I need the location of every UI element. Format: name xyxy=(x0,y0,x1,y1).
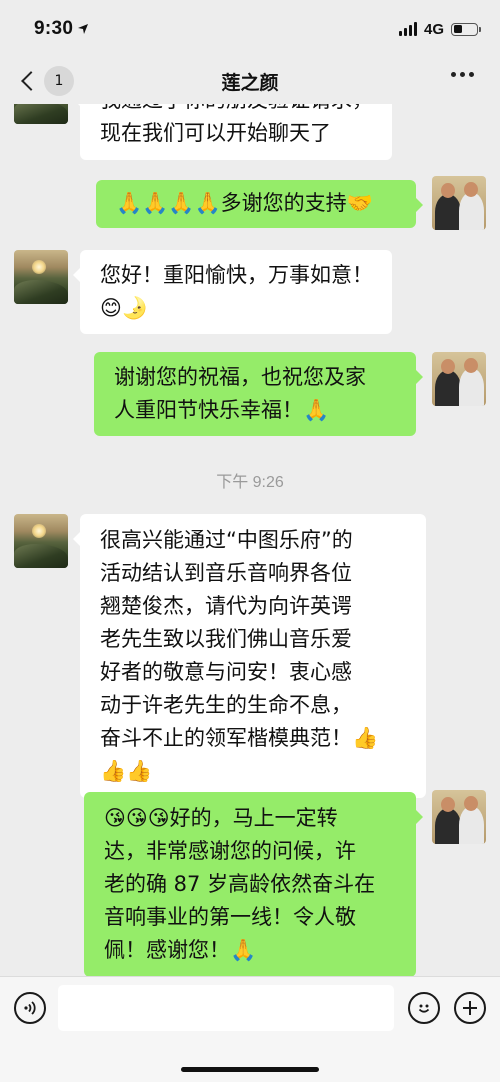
chat-title: 莲之颜 xyxy=(221,71,279,94)
voice-button[interactable] xyxy=(14,992,46,1024)
message-bubble-outgoing[interactable]: 🙏🙏🙏🙏多谢您的支持🤝 xyxy=(96,180,423,228)
status-time: 9:30 xyxy=(34,18,74,39)
home-indicator[interactable] xyxy=(181,1067,319,1072)
plus-icon xyxy=(463,1001,477,1015)
message-bubble-outgoing[interactable]: 谢谢您的祝福，也祝您及家 人重阳节快乐幸福！🙏 xyxy=(94,352,423,436)
message-line: 谢谢您的祝福，也祝您及家 xyxy=(114,365,366,389)
message-line: 您好！重阳愉快，万事如意！ xyxy=(100,263,373,287)
message-line: 🙏🙏🙏🙏多谢您的支持🤝 xyxy=(116,191,373,215)
message-line: 佩！感谢您！🙏 xyxy=(104,938,257,962)
message-line: 😊🌛 xyxy=(100,296,149,320)
voice-icon xyxy=(24,1001,36,1015)
more-button[interactable] xyxy=(451,72,474,77)
message-line: 老的确 87 岁高龄依然奋斗在 xyxy=(104,872,376,896)
contact-avatar[interactable] xyxy=(14,250,68,304)
emoji-button[interactable] xyxy=(408,992,440,1024)
back-button[interactable]: 1 xyxy=(14,66,74,96)
message-line: 翘楚俊杰，请代为向许英谔 xyxy=(100,594,352,618)
my-avatar[interactable] xyxy=(432,176,486,230)
message-line: 音响事业的第一线！令人敬 xyxy=(104,905,356,929)
status-bar: 9:30 4G xyxy=(0,0,500,58)
location-arrow-icon xyxy=(78,24,89,34)
add-button[interactable] xyxy=(454,992,486,1024)
battery-icon xyxy=(451,22,481,36)
my-avatar[interactable] xyxy=(432,352,486,406)
message-bubble-incoming[interactable]: 我通过了你的朋友验证请求， 现在我们可以开始聊天了 xyxy=(73,104,392,160)
message-line: 👍👍 xyxy=(100,759,153,783)
unread-badge: 1 xyxy=(44,66,74,96)
contact-avatar[interactable] xyxy=(14,514,68,568)
message-line: 人重阳节快乐幸福！🙏 xyxy=(114,398,330,422)
message-line: 很高兴能通过“中图乐府”的 xyxy=(100,528,353,552)
message-line: 活动结认到音乐音响界各位 xyxy=(100,561,352,585)
more-dots-icon xyxy=(451,72,456,77)
message-line: 奋斗不止的领军楷模典范！👍 xyxy=(100,726,379,750)
message-line: 达，非常感谢您的问候，许 xyxy=(104,839,356,863)
message-line: 动于许老先生的生命不息， xyxy=(100,693,352,717)
message-line: 😘😘😘好的，马上一定转 xyxy=(104,806,338,830)
my-avatar[interactable] xyxy=(432,790,486,844)
message-bubble-outgoing[interactable]: 😘😘😘好的，马上一定转 达，非常感谢您的问候，许 老的确 87 岁高龄依然奋斗在… xyxy=(84,792,423,976)
chat-area[interactable]: 我通过了你的朋友验证请求， 现在我们可以开始聊天了 🙏🙏🙏🙏多谢您的支持🤝 您好… xyxy=(0,104,500,976)
message-line: 好者的敬意与问安！衷心感 xyxy=(100,660,352,684)
nav-bar: 1 莲之颜 xyxy=(0,58,500,104)
emoji-icon xyxy=(418,1004,430,1013)
message-bubble-incoming[interactable]: 很高兴能通过“中图乐府”的 活动结认到音乐音响界各位 翘楚俊杰，请代为向许英谔 … xyxy=(73,514,426,798)
message-line: 我通过了你的朋友验证请求， xyxy=(100,104,373,117)
message-line: 老先生致以我们佛山音乐爱 xyxy=(100,627,352,651)
message-line: 现在我们可以开始聊天了 xyxy=(100,121,331,145)
network-type: 4G xyxy=(423,20,444,38)
time-divider: 下午 9:26 xyxy=(216,474,284,491)
signal-icon xyxy=(398,22,417,36)
contact-avatar[interactable] xyxy=(14,104,68,124)
chevron-left-icon xyxy=(21,71,41,91)
message-input[interactable] xyxy=(58,985,394,1031)
message-bubble-incoming[interactable]: 您好！重阳愉快，万事如意！ 😊🌛 xyxy=(73,250,392,334)
